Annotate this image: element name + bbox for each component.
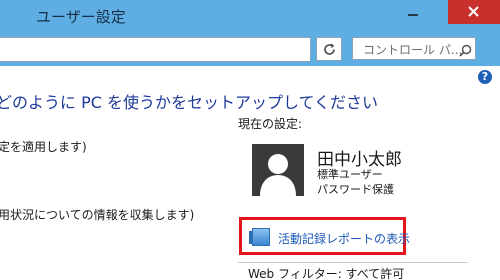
title-bar[interactable]: ユーザー設定 [0,0,500,33]
user-avatar-icon [260,154,296,196]
minimize-button[interactable] [404,2,434,24]
report-book-icon [249,228,270,246]
search-input[interactable]: コントロール パ... [352,37,476,60]
activity-report-highlight: 活動記録レポートの表示 [239,217,410,255]
page-heading: どのように PC を使うかをセットアップしてください [0,93,379,112]
search-placeholder: コントロール パ... [363,43,463,57]
help-icon[interactable]: ? [478,70,492,84]
close-button[interactable] [448,0,500,24]
web-filter-status: Web フィルター: すべて許可 [248,267,405,280]
address-field[interactable] [0,37,311,62]
refresh-button[interactable] [316,37,342,61]
address-bar: コントロール パ... [0,33,500,66]
refresh-icon [324,43,335,55]
left-setting-text-2: 用状況についての情報を収集します) [0,208,195,222]
activity-report-link[interactable]: 活動記録レポートの表示 [278,230,410,247]
current-settings-label: 現在の設定: [238,117,303,131]
close-icon [468,6,479,17]
minimize-icon [408,14,418,16]
avatar [252,144,304,196]
left-setting-text-1: 定を適用します) [0,140,87,154]
separator [238,262,468,263]
search-icon [459,44,472,57]
password-status: パスワード保護 [317,183,394,196]
search-button[interactable] [459,42,472,61]
account-type: 標準ユーザー [317,168,383,181]
user-settings-window: ユーザー設定 コントロール パ... ? どのように PC を使うかをセットアッ… [0,0,500,280]
window-title: ユーザー設定 [36,8,126,26]
